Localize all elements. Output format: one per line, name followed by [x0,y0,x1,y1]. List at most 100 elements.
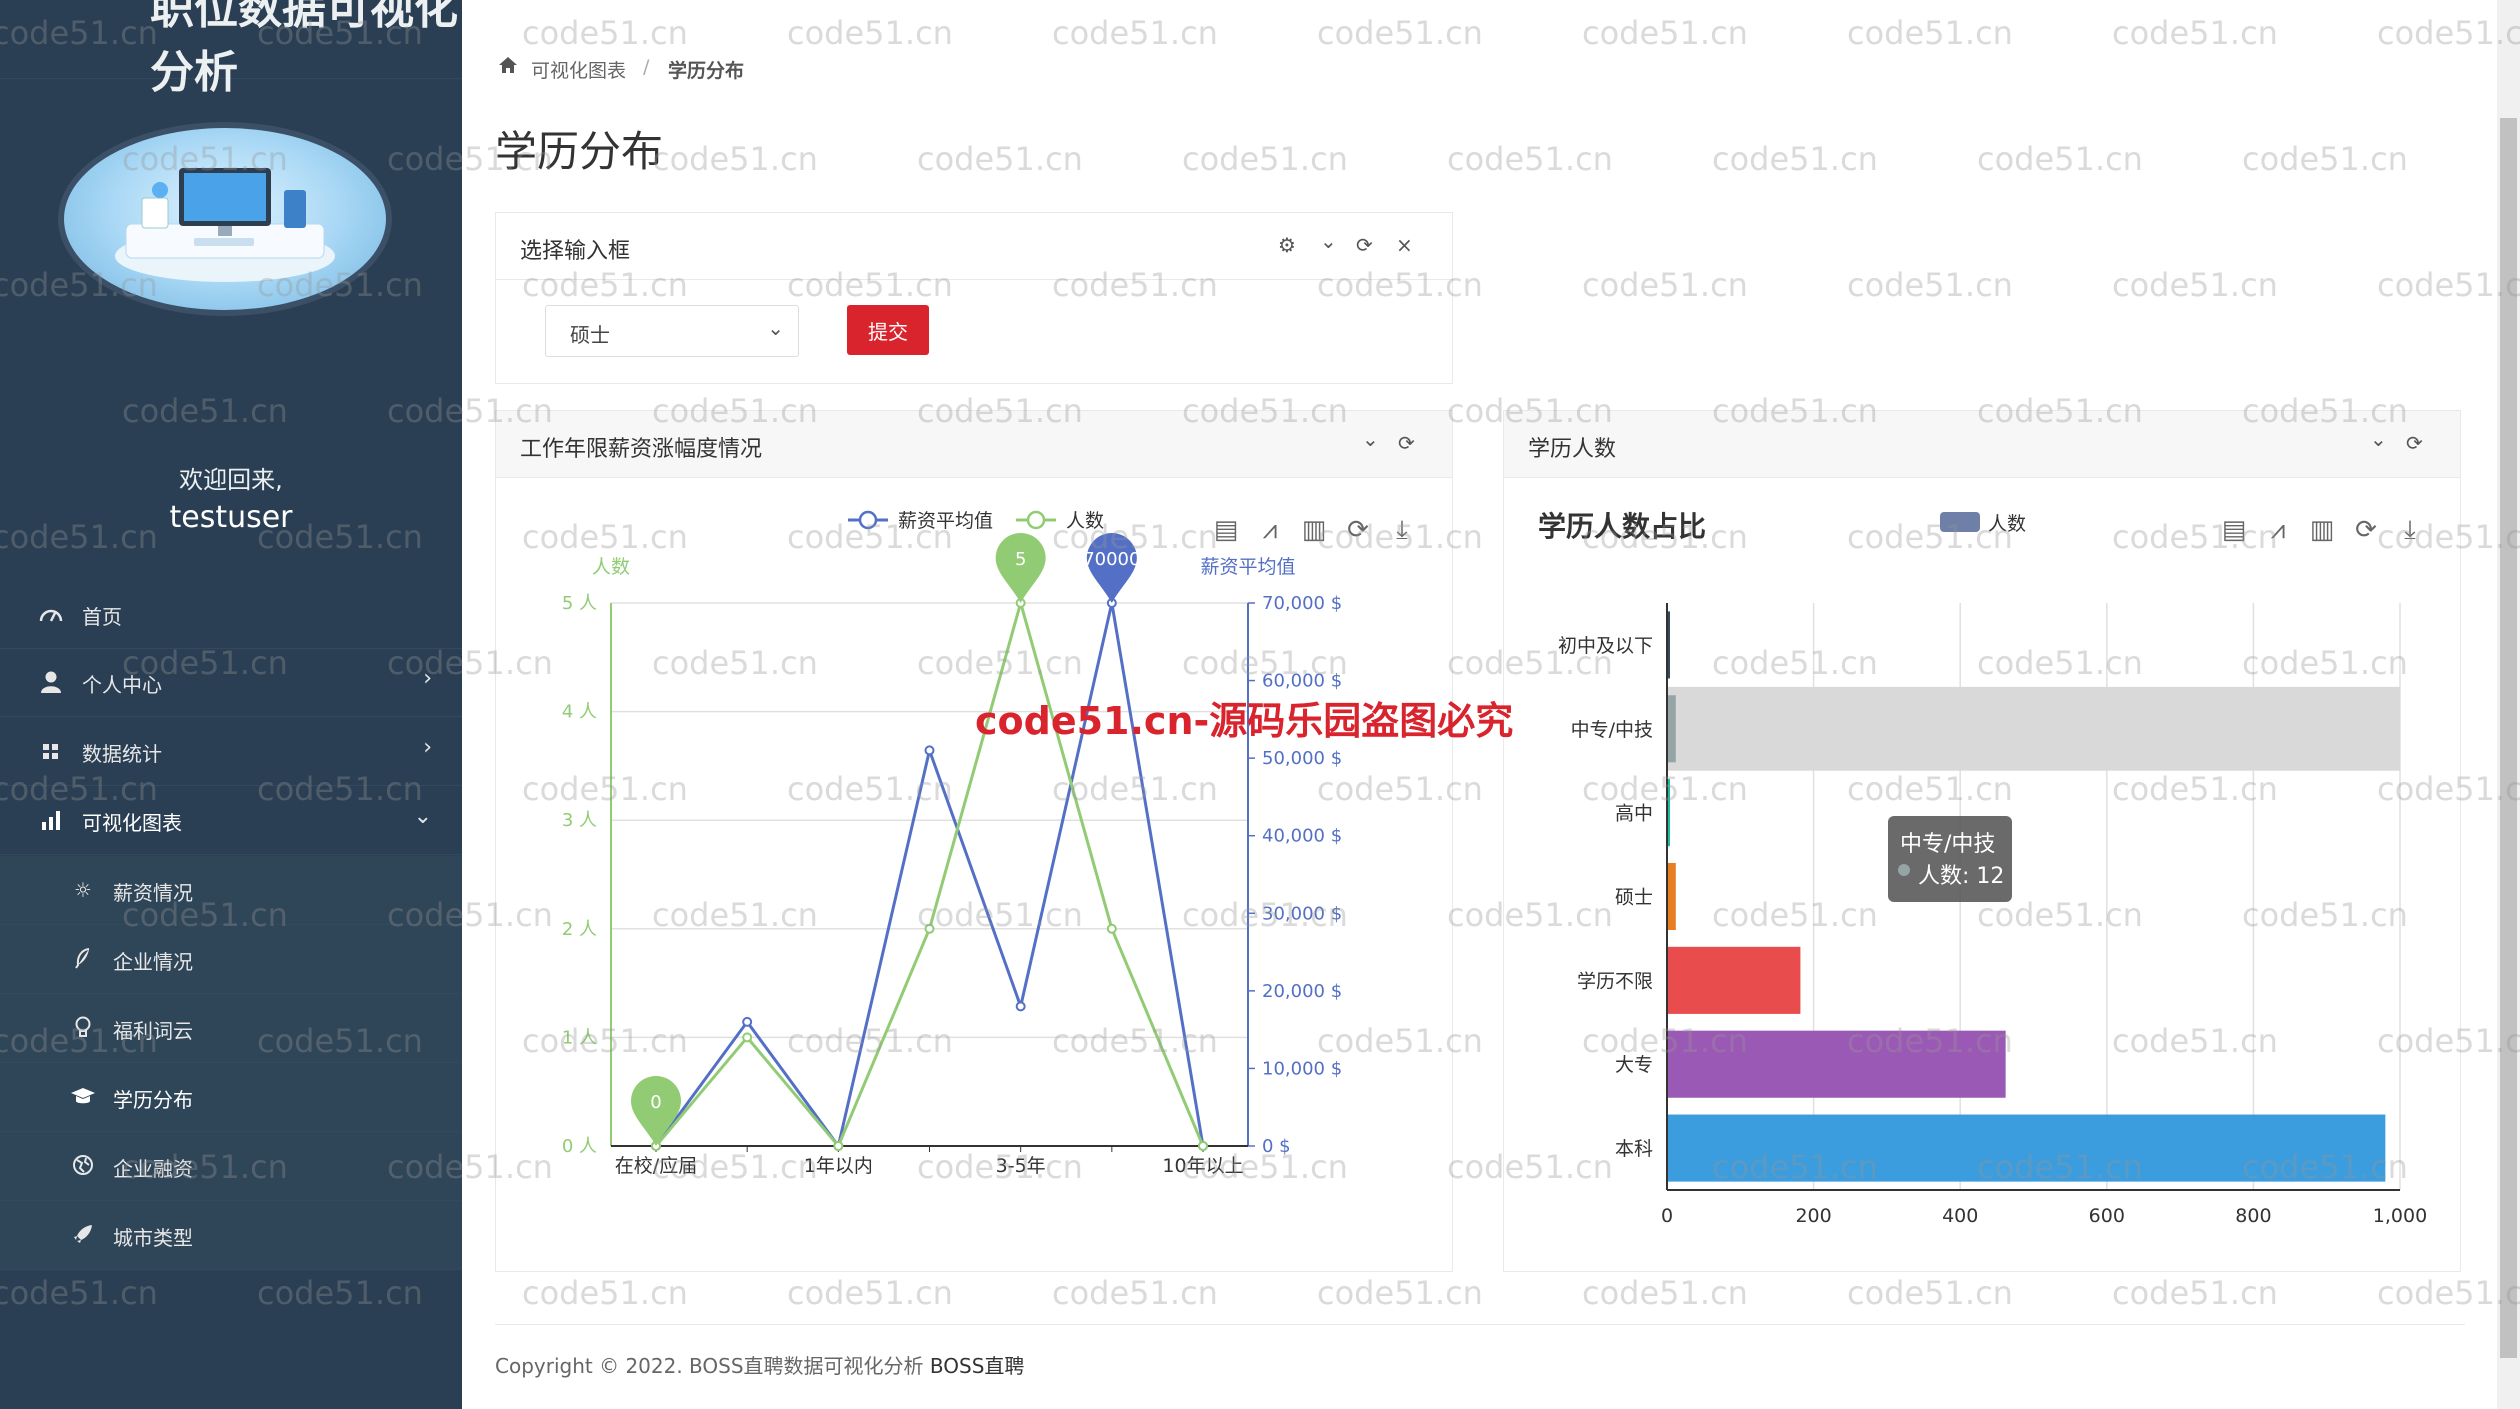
grid-icon [38,739,64,763]
y-left-axis-title: 人数 [592,556,630,578]
right-panel-title: 学历人数 [1528,437,1617,462]
form-panel-header: 选择输入框 ⚙ ⌄ ⟳ × [496,213,1452,280]
restore-icon[interactable]: ⟳ [2355,515,2377,545]
y-right-tick-label: 70,000 $ [1262,593,1342,614]
sun-icon: ☼ [74,878,92,902]
save-image-icon[interactable]: ⤓ [1396,515,1408,545]
footer-copyright: Copyright © 2022. BOSS直聘数据可视化分析 BOSS直聘 [495,1350,1024,1379]
y-right-tick-label: 10,000 $ [1262,1058,1342,1079]
refresh-icon[interactable]: ⟳ [1398,431,1415,455]
y-tick-label: 初中及以下 [1558,635,1653,657]
y-right-tick-label: 60,000 $ [1262,671,1342,692]
refresh-icon[interactable]: ⟳ [2406,431,2423,455]
data-view-icon[interactable]: ▤ [1214,515,1239,545]
chevron-down-icon[interactable]: ⌄ [1362,427,1379,451]
lightbulb-icon [70,1016,96,1040]
chart-title: 学历人数占比 [1538,510,1706,543]
x-tick-label: 3-5年 [996,1155,1046,1177]
left-panel-title: 工作年限薪资涨幅度情况 [520,437,763,462]
x-tick-label: 0 [1661,1205,1673,1227]
watermark-notice: code51.cn-源码乐园盗图必究 [975,699,1514,743]
bar [1667,862,1676,931]
sub-item-city[interactable]: 城市类型 [0,1201,462,1270]
line-switch-icon[interactable]: ⩘ [2271,515,2286,545]
globe-icon [70,1154,96,1178]
y-tick-label: 大专 [1615,1054,1653,1076]
data-point [742,1032,753,1043]
legend-marker [858,510,878,530]
data-view-icon[interactable]: ▤ [2222,515,2247,545]
nav-visual-charts[interactable]: 可视化图表 ⌄ [0,786,462,855]
y-tick-label: 高中 [1615,803,1653,825]
page-scrollbar[interactable] [2497,0,2520,1409]
data-point [742,1016,753,1027]
series-line-薪资平均值 [654,602,1205,1150]
marker-label: 0 [650,1092,661,1113]
legend-swatch [1940,512,1980,532]
close-icon[interactable]: × [1396,233,1413,257]
tooltip-title: 中专/中技 [1900,832,1996,857]
user-icon [38,670,64,694]
y-right-tick-label: 50,000 $ [1262,748,1342,769]
bar-chart-icon [38,808,64,832]
breadcrumb-current: 学历分布 [668,60,745,82]
y-tick-label: 硕士 [1615,887,1653,909]
form-panel: 选择输入框 ⚙ ⌄ ⟳ × [495,212,1453,384]
chevron-down-icon[interactable]: ⌄ [2370,427,2387,451]
sub-item-wordcloud-label: 福利词云 [113,1019,193,1043]
breadcrumb-separator: / [643,56,650,78]
line-switch-icon[interactable]: ⩘ [1263,515,1278,545]
rocket-icon [70,1223,96,1247]
x-tick-label: 1,000 [2373,1205,2427,1227]
scrollbar-thumb[interactable] [2500,118,2517,1358]
username: testuser [169,500,293,535]
gear-icon[interactable]: ⚙ [1278,233,1296,257]
sub-item-company[interactable]: 企业情况 [0,925,462,994]
x-tick-label: 在校/应届 [615,1155,697,1177]
education-select[interactable]: 硕士 ⌄ [545,305,799,357]
chevron-down-icon[interactable]: ⌄ [1320,229,1337,253]
sub-item-education[interactable]: 学历分布 [0,1063,462,1132]
bar-switch-icon[interactable]: ▥ [2310,515,2335,545]
brand-title: 职位数据可视化分析 [150,0,458,98]
y-left-tick-label: 1 人 [562,1027,597,1048]
nav-data-statistics[interactable]: 数据统计 › [0,717,462,786]
sub-item-wordcloud[interactable]: 福利词云 [0,994,462,1063]
legend-label: 薪资平均值 [898,510,993,532]
avatar [58,122,392,316]
y-tick-label: 中专/中技 [1571,719,1653,741]
bar [1667,1114,2386,1182]
y-right-tick-label: 40,000 $ [1262,826,1342,847]
chevron-down-icon: ⌄ [767,316,784,340]
y-left-tick-label: 2 人 [562,919,597,940]
form-panel-title: 选择输入框 [520,239,631,264]
footer-brand-link[interactable]: BOSS直聘 [930,1354,1025,1378]
welcome-text: 欢迎回来, [179,466,283,494]
x-tick-label: 10年以上 [1162,1155,1243,1177]
chevron-right-icon: › [423,735,432,760]
restore-icon[interactable]: ⟳ [1347,515,1369,545]
marker-label: 5 [1015,549,1026,570]
breadcrumb-parent[interactable]: 可视化图表 [531,56,626,83]
page-title: 学历分布 [495,127,664,176]
line-chart: 0 人 1 人 2 人 3 人 4 人 5 人 0 $ 10,000 $ 20,000 $ 30,… [562,510,1408,1177]
sub-item-education-label: 学历分布 [113,1088,193,1112]
nav-home[interactable]: 首页 [0,580,462,649]
sub-item-financing[interactable]: 企业融资 [0,1132,462,1201]
y-left-tick-label: 3 人 [562,810,597,831]
graduation-cap-icon [70,1085,96,1109]
home-icon[interactable] [498,56,518,79]
x-tick-label: 600 [2089,1205,2125,1227]
sidebar-brand[interactable]: 职位数据可视化分析 [0,0,462,98]
save-image-icon[interactable]: ⤓ [2404,515,2416,545]
submit-button[interactable]: 提交 [847,305,929,355]
nav-personal-center[interactable]: 个人中心 › [0,648,462,717]
y-left-tick-label: 0 人 [562,1136,597,1157]
data-point [924,745,935,756]
nav-visual-charts-label: 可视化图表 [82,811,182,835]
y-tick-label: 学历不限 [1577,970,1653,992]
refresh-icon[interactable]: ⟳ [1356,233,1373,257]
sub-item-salary[interactable]: ☼ 薪资情况 [0,856,462,925]
feather-icon [70,947,96,971]
bar-switch-icon[interactable]: ▥ [1302,515,1327,545]
